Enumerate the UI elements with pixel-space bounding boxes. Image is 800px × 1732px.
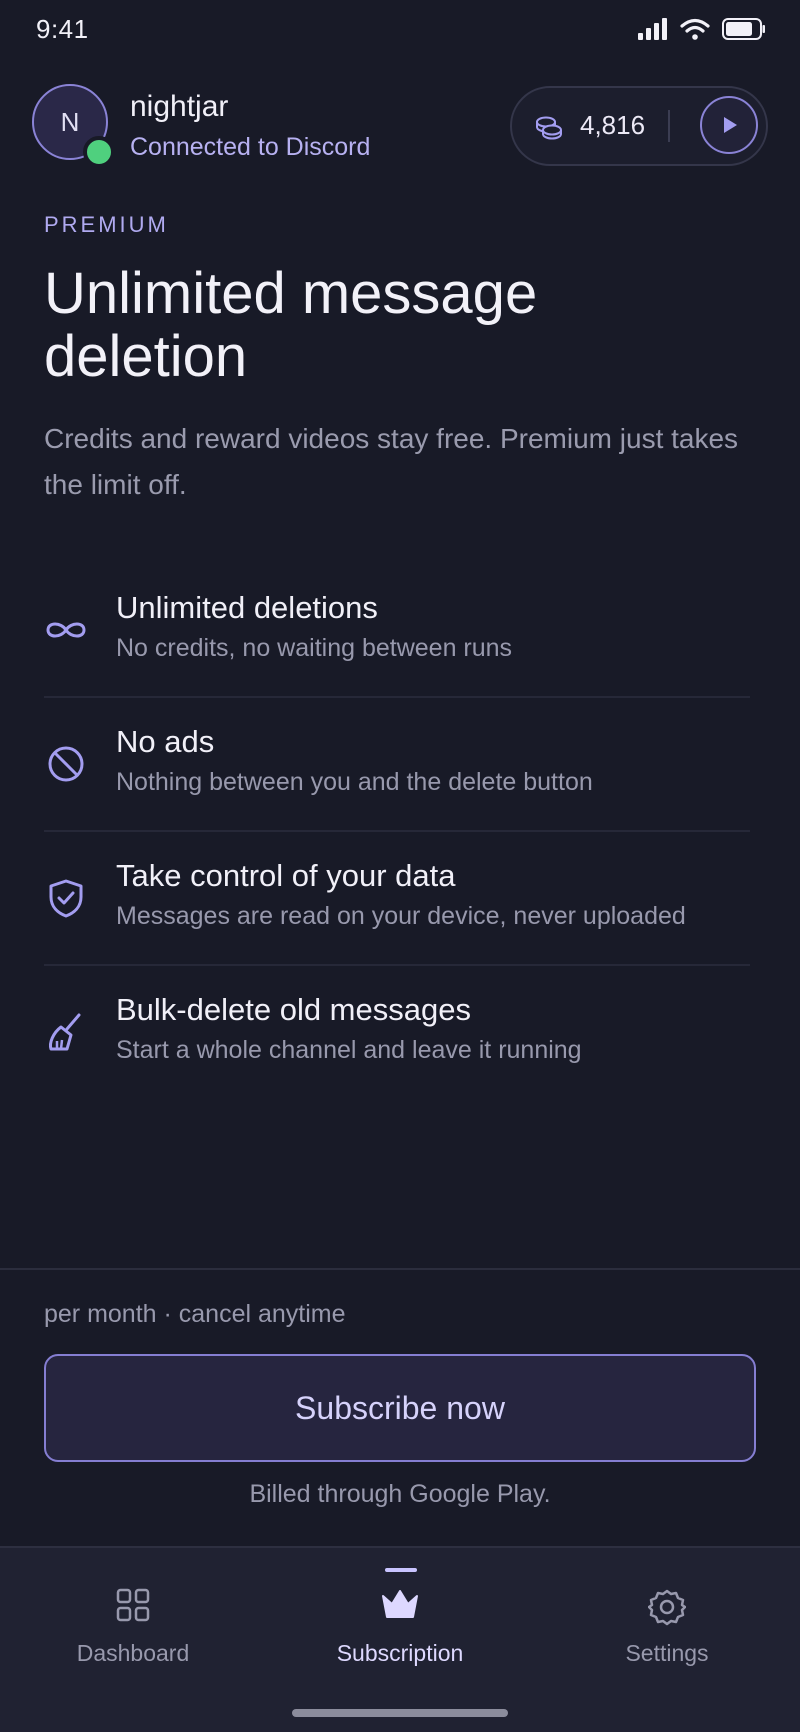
premium-eyebrow: PREMIUM bbox=[44, 212, 169, 237]
grid-icon bbox=[0, 1588, 266, 1622]
tab-subscription[interactable]: Subscription bbox=[267, 1548, 533, 1678]
gear-icon bbox=[534, 1588, 800, 1626]
tab-bar: Dashboard Subscription Settings bbox=[0, 1546, 800, 1732]
feature-description: Nothing between you and the delete butto… bbox=[116, 768, 593, 796]
feature-description: No credits, no waiting between runs bbox=[116, 634, 513, 662]
home-indicator bbox=[292, 1709, 508, 1717]
billing-note: Billed through Google Play. bbox=[249, 1480, 551, 1508]
connection-status: Connected to Discord bbox=[130, 133, 371, 161]
feature-item: Bulk-delete old messages Start a whole c… bbox=[44, 966, 750, 1100]
tab-label: Settings bbox=[625, 1640, 709, 1666]
wifi-icon bbox=[680, 18, 710, 40]
battery-icon bbox=[722, 18, 765, 40]
broom-icon bbox=[44, 1010, 88, 1054]
watch-video-button[interactable] bbox=[700, 96, 758, 154]
feature-description: Messages are read on your device, never … bbox=[116, 902, 686, 930]
tab-settings[interactable]: Settings bbox=[534, 1548, 800, 1678]
username: nightjar bbox=[130, 90, 229, 123]
status-time: 9:41 bbox=[36, 14, 89, 44]
status-icons bbox=[638, 18, 766, 40]
page-subtitle: Credits and reward videos stay free. Pre… bbox=[44, 423, 739, 500]
subscribe-button[interactable]: Subscribe now bbox=[44, 1354, 756, 1462]
feature-description: Start a whole channel and leave it runni… bbox=[116, 1036, 582, 1064]
tab-dashboard[interactable]: Dashboard bbox=[0, 1548, 266, 1678]
feature-item: Unlimited deletions No credits, no waiti… bbox=[44, 564, 750, 698]
no-ads-icon bbox=[44, 742, 88, 786]
signal-icon bbox=[638, 18, 667, 40]
status-bar: 9:41 bbox=[0, 0, 800, 60]
feature-item: Take control of your data Messages are r… bbox=[44, 832, 750, 966]
credits-balance: 4,816 bbox=[580, 110, 646, 140]
feature-title: Unlimited deletions bbox=[116, 590, 378, 625]
crown-icon bbox=[267, 1588, 533, 1620]
online-status-dot bbox=[83, 136, 115, 168]
feature-title: No ads bbox=[116, 724, 215, 759]
feature-list: Unlimited deletions No credits, no waiti… bbox=[44, 564, 750, 1100]
avatar-initial: N bbox=[60, 106, 80, 137]
feature-title: Take control of your data bbox=[116, 858, 456, 893]
coins-icon bbox=[534, 112, 564, 147]
infinity-icon bbox=[44, 608, 88, 652]
feature-item: No ads Nothing between you and the delet… bbox=[44, 698, 750, 832]
pill-divider bbox=[668, 110, 670, 142]
active-tab-indicator bbox=[385, 1568, 417, 1572]
credits-pill[interactable]: 4,816 bbox=[510, 86, 768, 166]
feature-title: Bulk-delete old messages bbox=[116, 992, 471, 1027]
tab-label: Subscription bbox=[336, 1640, 464, 1666]
purchase-divider bbox=[0, 1268, 800, 1270]
price-note: per month · cancel anytime bbox=[44, 1300, 346, 1328]
tab-label: Dashboard bbox=[76, 1640, 190, 1666]
shield-check-icon bbox=[44, 876, 88, 920]
page-title: Unlimited message deletion bbox=[44, 261, 538, 389]
play-icon bbox=[724, 117, 737, 133]
